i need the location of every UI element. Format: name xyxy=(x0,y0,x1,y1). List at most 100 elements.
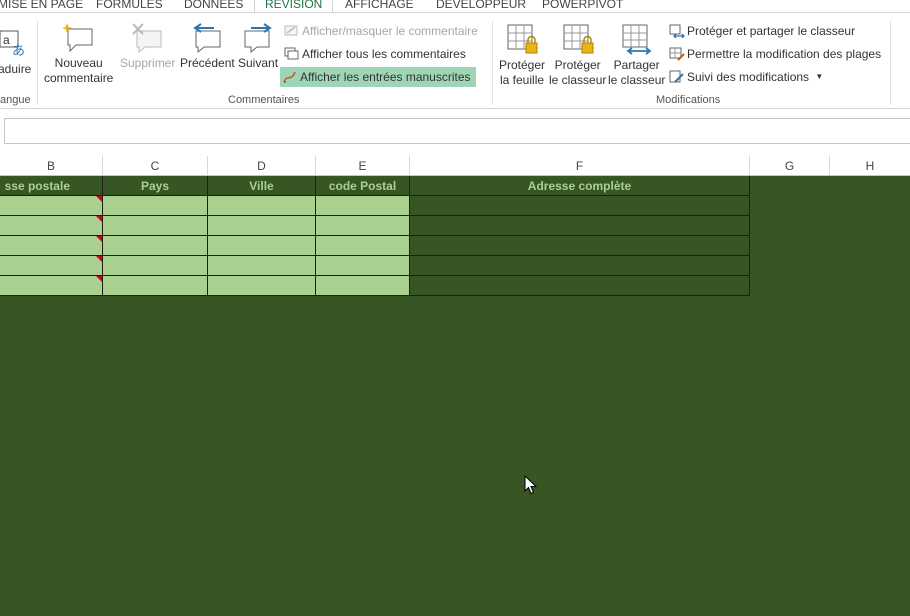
partager-classeur-label-2: le classeur xyxy=(608,73,666,87)
afficher-manuscrites-label: Afficher les entrées manuscrites xyxy=(300,70,471,84)
ribbon-tabs: MISE EN PAGE FORMULES DONNÉES RÉVISION A… xyxy=(0,0,910,12)
table-cell-adresse-postale[interactable] xyxy=(0,276,103,296)
permettre-modification-plages-button[interactable]: Permettre la modification des plages xyxy=(667,44,887,64)
show-hide-comment-icon xyxy=(284,25,298,36)
group-separator xyxy=(492,21,493,105)
nouveau-commentaire-button[interactable]: Nouveau commentaire xyxy=(44,23,113,86)
table-cell-pays[interactable] xyxy=(103,236,208,256)
nouveau-label-1: Nouveau xyxy=(54,56,103,70)
nouveau-label-2: commentaire xyxy=(44,71,114,85)
afficher-tous-commentaires-button[interactable]: Afficher tous les commentaires xyxy=(282,44,472,64)
proteger-classeur-button[interactable]: Protéger le classeur xyxy=(549,23,606,88)
comment-indicator-icon xyxy=(96,236,102,242)
table-cell-pays[interactable] xyxy=(103,276,208,296)
next-comment-icon xyxy=(244,23,272,53)
ink-icon xyxy=(283,71,296,83)
column-headers: B C D E F G H xyxy=(0,156,910,176)
table-cell-adresse-postale[interactable] xyxy=(0,216,103,236)
column-header-h[interactable]: H xyxy=(830,156,910,175)
suivi-modifications-dropdown[interactable]: Suivi des modifications ▼ xyxy=(667,67,827,87)
table-cell-pays[interactable] xyxy=(103,196,208,216)
header-cell-pays[interactable]: Pays xyxy=(103,176,208,196)
suivant-button[interactable]: Suivant xyxy=(238,23,278,71)
table-cell-adresse-complete[interactable] xyxy=(410,196,750,216)
tab-developpeur[interactable]: DÉVELOPPEUR xyxy=(436,0,526,11)
comment-indicator-icon xyxy=(96,196,102,202)
table-cell-ville[interactable] xyxy=(208,216,316,236)
column-header-g[interactable]: G xyxy=(750,156,830,175)
partager-classeur-button[interactable]: Partager le classeur xyxy=(608,23,665,88)
group-separator xyxy=(890,21,891,105)
svg-text:あ: あ xyxy=(12,44,25,59)
suivi-modifications-label: Suivi des modifications xyxy=(687,70,810,84)
tab-powerpivot[interactable]: POWERPIVOT xyxy=(542,0,623,11)
comment-indicator-icon xyxy=(96,216,102,222)
comment-indicator-icon xyxy=(96,276,102,282)
share-workbook-icon xyxy=(622,24,652,55)
formula-bar xyxy=(0,110,910,156)
table-cell-adresse-postale[interactable] xyxy=(0,236,103,256)
table-cell-adresse-complete[interactable] xyxy=(410,276,750,296)
table-cell-adresse-complete[interactable] xyxy=(410,256,750,276)
header-cell-adresse-postale[interactable]: sse postale xyxy=(0,176,103,196)
new-comment-icon xyxy=(61,23,93,53)
column-header-e[interactable]: E xyxy=(316,156,410,175)
afficher-masquer-commentaire-button[interactable]: Afficher/masquer le commentaire xyxy=(282,21,482,41)
table-cell-ville[interactable] xyxy=(208,256,316,276)
group-label-commentaires: Commentaires xyxy=(228,94,300,106)
worksheet-grid[interactable]: sse postale Pays Ville code Postal Adresse c… xyxy=(0,176,910,616)
traduire-button[interactable]: a あ aduire xyxy=(0,27,31,77)
precedent-label: Précédent xyxy=(180,56,235,70)
supprimer-button[interactable]: Supprimer xyxy=(120,23,175,71)
previous-comment-icon xyxy=(193,23,221,53)
table-cell-pays[interactable] xyxy=(103,216,208,236)
traduire-label: aduire xyxy=(0,62,32,76)
table-cell-ville[interactable] xyxy=(208,236,316,256)
proteger-feuille-label-1: Protéger xyxy=(499,58,546,72)
formula-input[interactable] xyxy=(4,118,910,144)
column-header-f[interactable]: F xyxy=(410,156,750,175)
table-cell-code-postal[interactable] xyxy=(316,236,410,256)
protect-workbook-icon xyxy=(563,24,594,54)
tab-donnees[interactable]: DONNÉES xyxy=(184,0,243,11)
header-cell-ville[interactable]: Ville xyxy=(208,176,316,196)
delete-comment-icon xyxy=(131,23,162,53)
header-cell-code-postal[interactable]: code Postal xyxy=(316,176,410,196)
partager-classeur-label-1: Partager xyxy=(613,58,660,72)
permettre-modification-label: Permettre la modification des plages xyxy=(687,47,882,61)
proteger-partager-classeur-button[interactable]: Protéger et partager le classeur xyxy=(667,21,857,41)
column-header-b[interactable]: B xyxy=(0,156,103,175)
tab-affichage[interactable]: AFFICHAGE xyxy=(345,0,414,11)
proteger-feuille-label-2: la feuille xyxy=(500,73,545,87)
ribbon: a あ aduire angue Nouveau commentaire Sup… xyxy=(0,12,910,109)
proteger-classeur-label-2: le classeur xyxy=(549,73,607,87)
column-header-c[interactable]: C xyxy=(103,156,208,175)
suivant-label: Suivant xyxy=(238,56,279,70)
supprimer-label: Supprimer xyxy=(120,56,176,70)
group-label-modifications: Modifications xyxy=(656,94,721,106)
table-cell-adresse-complete[interactable] xyxy=(410,216,750,236)
group-separator xyxy=(37,21,38,105)
table-cell-adresse-postale[interactable] xyxy=(0,256,103,276)
table-cell-pays[interactable] xyxy=(103,256,208,276)
afficher-entrees-manuscrites-button[interactable]: Afficher les entrées manuscrites xyxy=(280,67,476,87)
tab-formules[interactable]: FORMULES xyxy=(96,0,163,11)
proteger-feuille-button[interactable]: Protéger la feuille xyxy=(499,23,545,88)
tab-mise-en-page[interactable]: MISE EN PAGE xyxy=(0,0,83,11)
table-cell-adresse-postale[interactable] xyxy=(0,196,103,216)
tab-revision[interactable]: RÉVISION xyxy=(254,0,334,12)
table-cell-ville[interactable] xyxy=(208,276,316,296)
mouse-cursor-icon xyxy=(524,475,537,495)
precedent-button[interactable]: Précédent xyxy=(180,23,235,71)
svg-text:a: a xyxy=(3,33,10,47)
table-cell-code-postal[interactable] xyxy=(316,256,410,276)
table-cell-code-postal[interactable] xyxy=(316,276,410,296)
header-cell-adresse-complete[interactable]: Adresse complète xyxy=(410,176,750,196)
table-cell-adresse-complete[interactable] xyxy=(410,236,750,256)
afficher-masquer-label: Afficher/masquer le commentaire xyxy=(302,24,478,38)
table-cell-ville[interactable] xyxy=(208,196,316,216)
table-cell-code-postal[interactable] xyxy=(316,196,410,216)
proteger-classeur-label-1: Protéger xyxy=(554,58,601,72)
column-header-d[interactable]: D xyxy=(208,156,316,175)
table-cell-code-postal[interactable] xyxy=(316,216,410,236)
